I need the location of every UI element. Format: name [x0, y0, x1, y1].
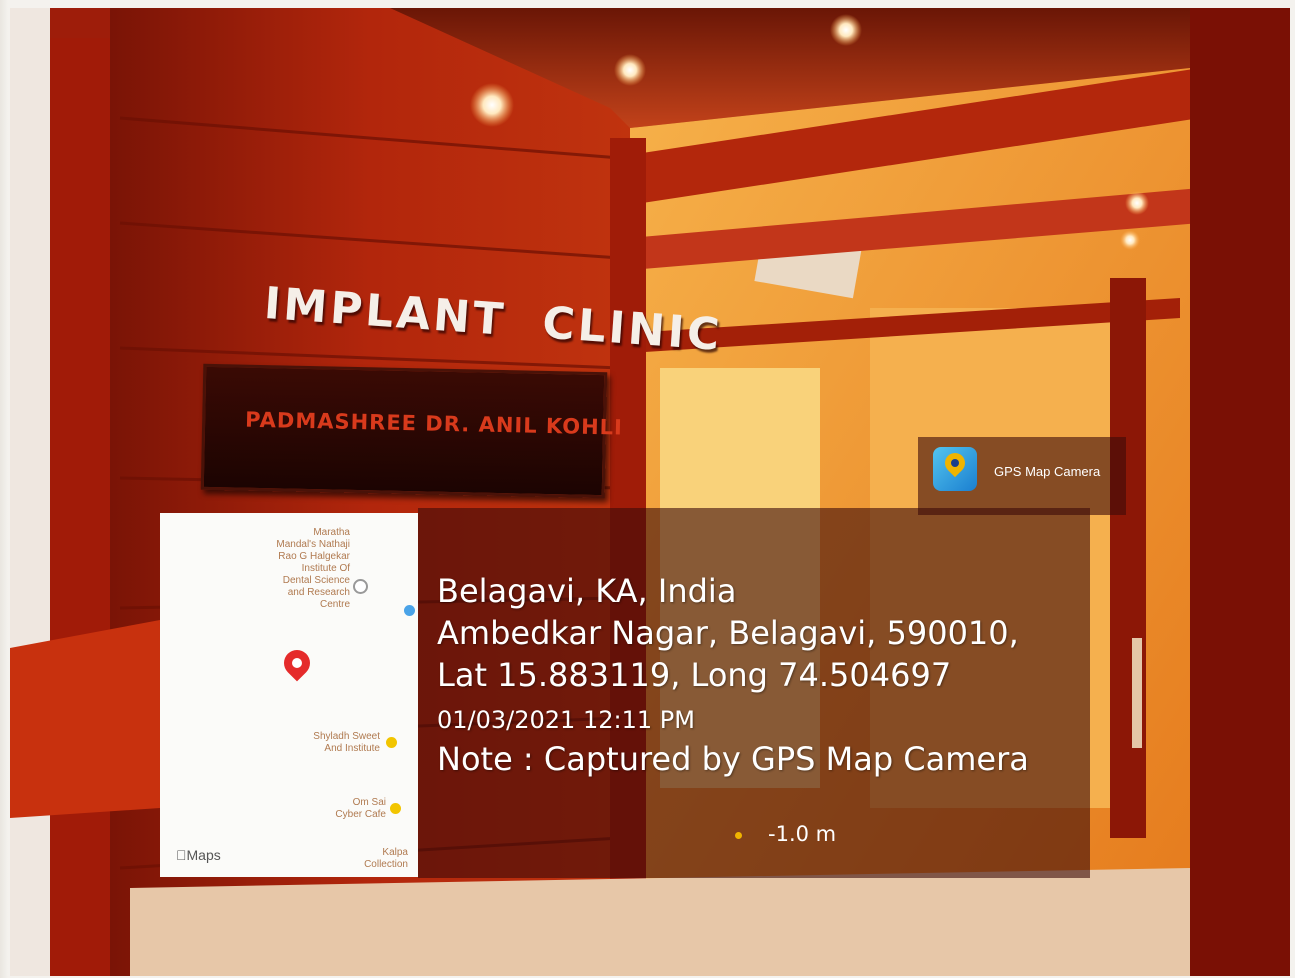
- map-thumbnail: Maratha Mandal's Nathaji Rao G Halgekar …: [160, 513, 418, 877]
- photo-frame: IMPLANT CLINIC PADMASHREE DR. ANIL KOHLI…: [0, 0, 1295, 978]
- maps-brand-label: Maps: [176, 847, 221, 863]
- ceiling-light: [614, 54, 646, 86]
- glass-door-edge: [1110, 278, 1146, 838]
- location-pin-icon: [278, 644, 316, 682]
- location-note: Note : Captured by GPS Map Camera: [437, 740, 1029, 778]
- left-wall-strip: [10, 8, 50, 976]
- map-label-collection: Kalpa Collection: [364, 847, 408, 870]
- map-poi-icon: [386, 737, 397, 748]
- map-poi-icon: [390, 803, 401, 814]
- altitude-icon: [735, 832, 742, 839]
- ceiling-light: [470, 83, 514, 127]
- ceiling-light: [830, 14, 862, 46]
- location-address: Ambedkar Nagar, Belagavi, 590010,: [437, 614, 1019, 652]
- ceiling-light: [1125, 191, 1149, 215]
- map-label-cafe: Om Sai Cyber Cafe: [335, 797, 386, 820]
- rail-front: [10, 620, 160, 818]
- ceiling-light: [1120, 230, 1140, 250]
- map-poi-icon: [404, 605, 415, 616]
- location-coords: Lat 15.883119, Long 74.504697: [437, 656, 952, 694]
- map-label-institute: Maratha Mandal's Nathaji Rao G Halgekar …: [276, 527, 350, 610]
- gps-map-camera-icon: [933, 447, 977, 491]
- door-handle: [1132, 638, 1142, 748]
- map-poi-icon: [353, 579, 368, 594]
- location-datetime: 01/03/2021 12:11 PM: [437, 706, 695, 734]
- location-altitude: -1.0 m: [768, 822, 837, 846]
- right-wall: [1190, 8, 1290, 976]
- maps-brand: Maps: [176, 847, 221, 863]
- plaque-text: PADMASHREE DR. ANIL KOHLI: [244, 407, 624, 440]
- name-plaque: PADMASHREE DR. ANIL KOHLI: [200, 363, 623, 499]
- map-label-sweet: Shyladh Sweet And Institute: [313, 731, 380, 754]
- location-city: Belagavi, KA, India: [437, 572, 737, 610]
- app-name: GPS Map Camera: [994, 464, 1101, 479]
